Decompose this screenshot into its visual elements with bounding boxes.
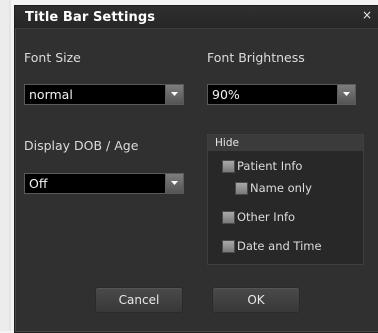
hide-groupbox: Hide Patient Info Name only Other Info D…	[207, 134, 364, 265]
dialog-title: Title Bar Settings	[25, 10, 156, 25]
title-bar-settings-dialog: Title Bar Settings × Font Size normal Fo…	[14, 5, 378, 333]
date-and-time-checkbox[interactable]	[222, 240, 235, 253]
other-info-label[interactable]: Other Info	[237, 210, 295, 224]
name-only-label[interactable]: Name only	[250, 181, 312, 195]
other-info-checkbox[interactable]	[222, 211, 235, 224]
dialog-titlebar: Title Bar Settings ×	[15, 6, 378, 29]
font-brightness-dropdown[interactable]: 90%	[207, 84, 356, 105]
patient-info-label[interactable]: Patient Info	[237, 159, 302, 173]
font-size-dropdown[interactable]: normal	[24, 84, 184, 105]
font-brightness-value: 90%	[212, 87, 240, 102]
font-size-label: Font Size	[24, 50, 81, 65]
font-brightness-label: Font Brightness	[207, 50, 305, 65]
hide-group-header: Hide	[208, 135, 363, 151]
font-size-value: normal	[29, 87, 73, 102]
display-dob-age-value: Off	[29, 176, 48, 191]
patient-info-checkbox[interactable]	[222, 160, 235, 173]
chevron-down-icon[interactable]	[165, 174, 183, 193]
chevron-down-icon[interactable]	[337, 85, 355, 104]
ok-button[interactable]: OK	[212, 287, 300, 313]
display-dob-age-dropdown[interactable]: Off	[24, 173, 184, 194]
display-dob-age-label: Display DOB / Age	[24, 138, 139, 153]
date-and-time-label[interactable]: Date and Time	[237, 239, 322, 253]
hide-group-title: Hide	[215, 137, 239, 149]
cancel-button[interactable]: Cancel	[95, 287, 183, 313]
name-only-checkbox[interactable]	[235, 182, 248, 195]
chevron-down-icon[interactable]	[165, 85, 183, 104]
close-icon[interactable]: ×	[361, 8, 373, 22]
